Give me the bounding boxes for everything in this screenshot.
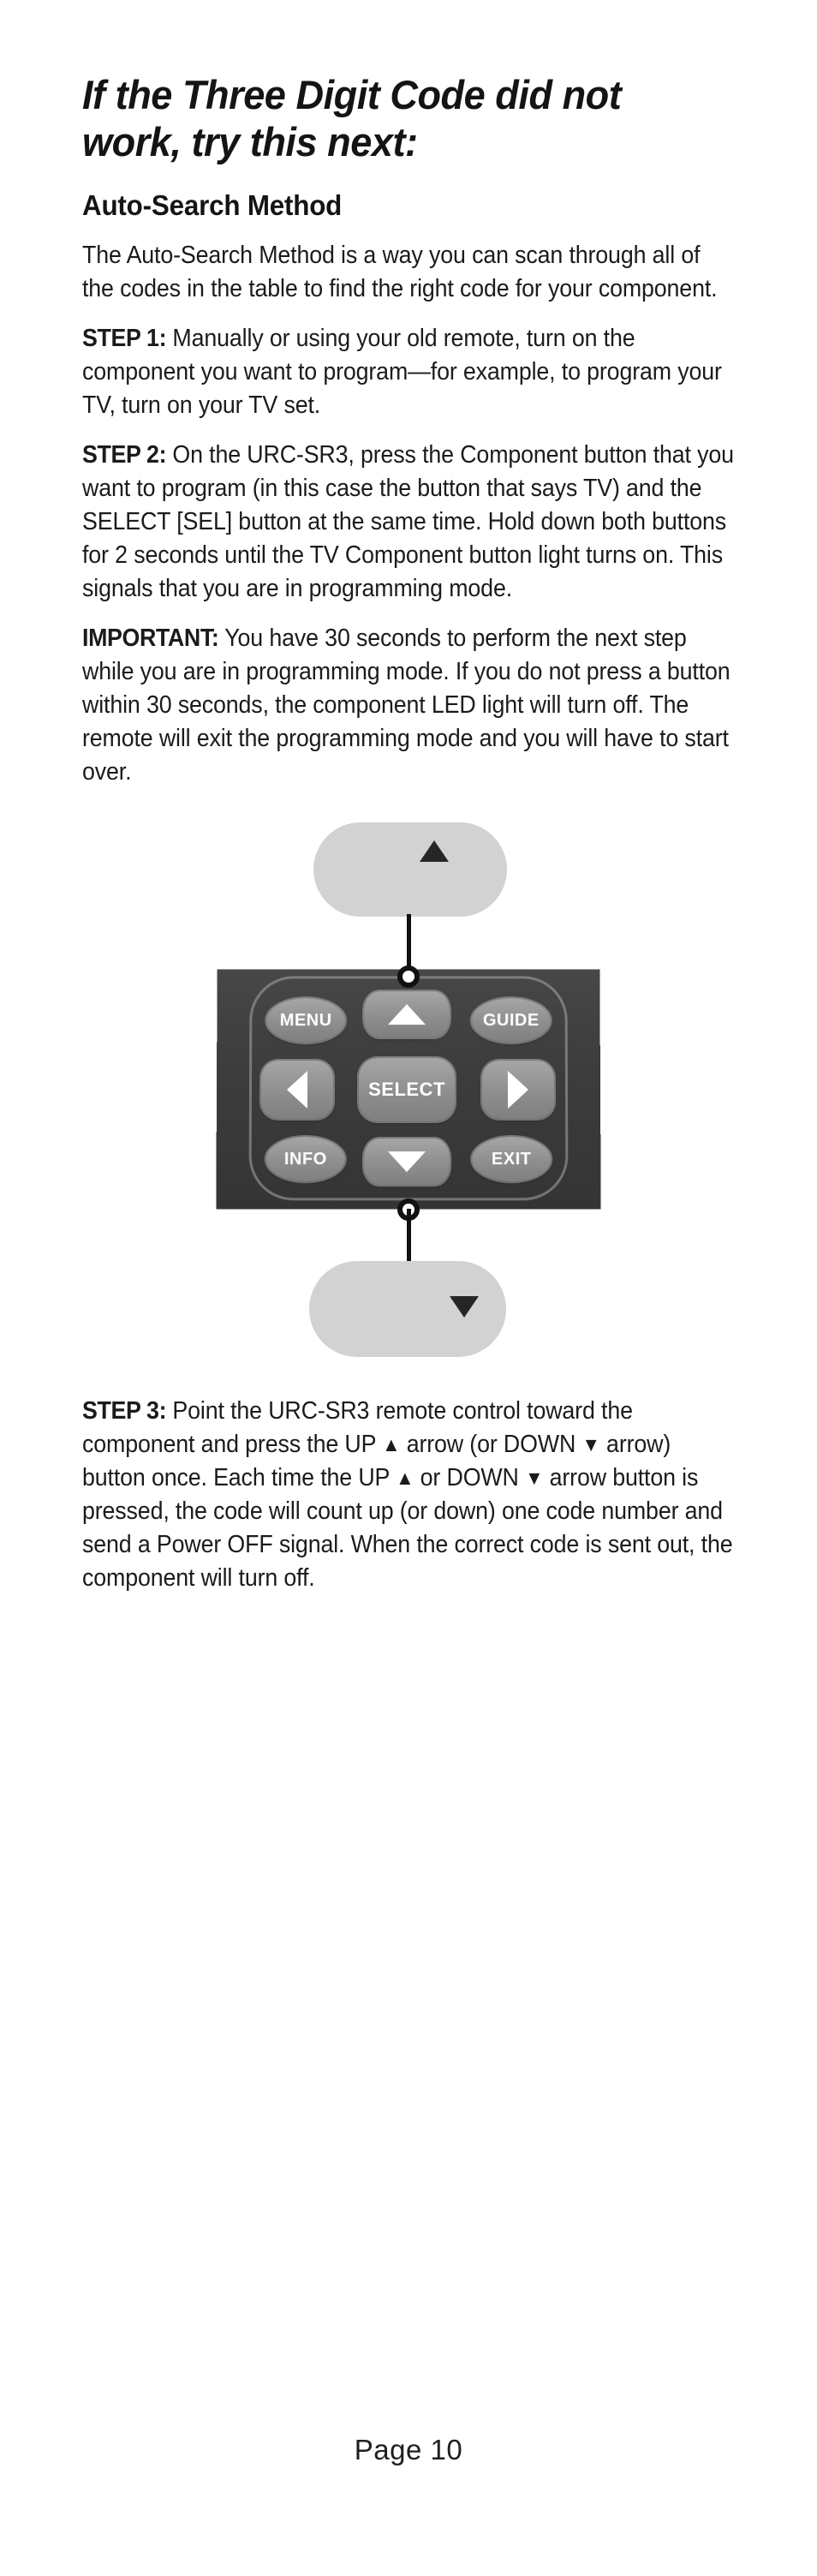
- step-1-text: Manually or using your old remote, turn …: [82, 325, 722, 419]
- menu-button[interactable]: MENU: [266, 998, 345, 1043]
- manual-page: If the Three Digit Code did not work, tr…: [0, 0, 817, 2576]
- step-3-paragraph: STEP 3: Point the URC-SR3 remote control…: [82, 1395, 735, 1595]
- step-1-paragraph: STEP 1: Manually or using your old remot…: [82, 322, 735, 422]
- important-paragraph: IMPORTANT: You have 30 seconds to perfor…: [82, 622, 735, 789]
- up-arrow-callout: [313, 822, 507, 917]
- important-label: IMPORTANT:: [82, 625, 218, 652]
- exit-button-label: EXIT: [492, 1150, 532, 1169]
- right-arrow-button[interactable]: [482, 1061, 554, 1119]
- step-2-label: STEP 2:: [82, 441, 166, 469]
- section-heading: Auto-Search Method: [82, 188, 702, 223]
- left-arrow-button[interactable]: [261, 1061, 333, 1119]
- down-arrow-inline-icon-1: ▼: [581, 1435, 599, 1455]
- exit-button[interactable]: EXIT: [472, 1137, 551, 1181]
- up-arrow-button[interactable]: [364, 991, 450, 1037]
- up-arrow-inline-icon-1: ▲: [382, 1435, 400, 1455]
- step-3-text-part4: or DOWN: [414, 1464, 525, 1491]
- down-arrow-inline-icon-2: ▼: [525, 1468, 543, 1488]
- lower-leader-line: [407, 1209, 411, 1269]
- down-arrow-callout: [309, 1261, 506, 1357]
- step-2-text: On the URC-SR3, press the Component butt…: [82, 441, 734, 602]
- info-button-label: INFO: [284, 1150, 327, 1169]
- menu-button-label: MENU: [280, 1011, 332, 1031]
- step-1-label: STEP 1:: [82, 325, 166, 352]
- page-footer: Page 10: [0, 2434, 817, 2466]
- info-button[interactable]: INFO: [266, 1137, 345, 1181]
- down-arrow-button[interactable]: [364, 1139, 450, 1185]
- upper-callout-anchor-dot: [397, 965, 420, 988]
- step-3-text-part2: arrow (or DOWN: [400, 1431, 581, 1458]
- select-button-label: SELECT: [368, 1079, 445, 1101]
- right-arrow-icon: [508, 1071, 528, 1109]
- up-arrow-icon: [388, 1004, 426, 1025]
- down-arrow-icon: [388, 1151, 426, 1172]
- down-triangle-icon: [450, 1296, 479, 1318]
- remote-body: MENU GUIDE INFO EXIT SELECT: [216, 969, 600, 1209]
- up-triangle-icon: [420, 840, 449, 862]
- guide-button-label: GUIDE: [483, 1011, 540, 1031]
- navigation-pad-diagram: MENU GUIDE INFO EXIT SELECT: [0, 822, 817, 1378]
- guide-button[interactable]: GUIDE: [472, 998, 551, 1043]
- intro-paragraph: The Auto-Search Method is a way you can …: [82, 239, 735, 306]
- step-3-label: STEP 3:: [82, 1397, 166, 1425]
- page-title: If the Three Digit Code did not work, tr…: [82, 0, 709, 166]
- select-button[interactable]: SELECT: [359, 1058, 455, 1121]
- up-arrow-inline-icon-2: ▲: [396, 1468, 414, 1488]
- step-2-paragraph: STEP 2: On the URC-SR3, press the Compon…: [82, 439, 735, 606]
- left-arrow-icon: [287, 1071, 307, 1109]
